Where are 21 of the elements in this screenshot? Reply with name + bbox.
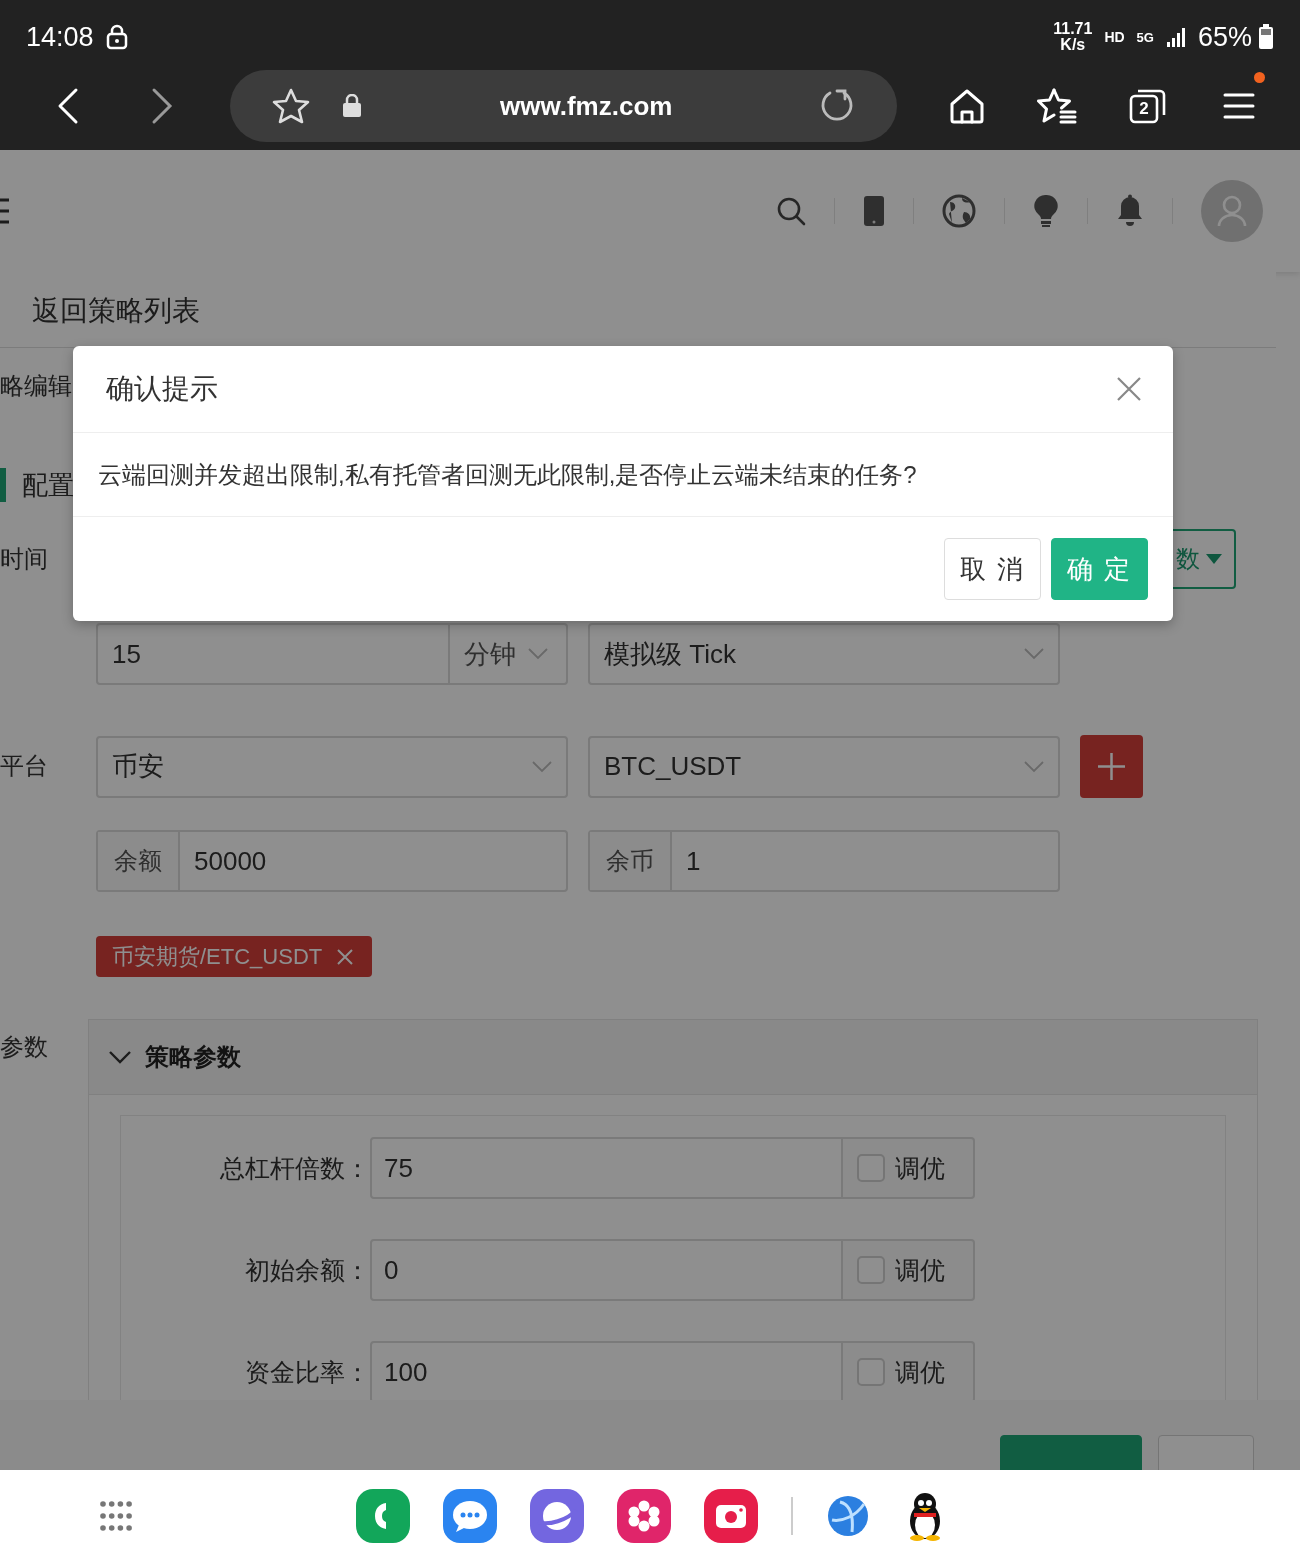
checkbox-label: 调优 <box>895 1254 945 1286</box>
section-title: 配置 <box>22 468 74 502</box>
network-speed: 11.71 <box>1053 21 1093 37</box>
url-text: www.fmz.com <box>500 90 673 122</box>
field-label: 时间 <box>0 544 48 574</box>
hd-indicator: HD <box>1104 29 1125 45</box>
network-type: 5G <box>1136 29 1154 45</box>
field-label: 参数 <box>0 1032 48 1062</box>
clock-time: 14:08 <box>26 21 94 53</box>
battery-level: 65% <box>1197 21 1252 53</box>
dialog-title: 确认提示 <box>106 372 218 406</box>
dialog-message: 云端回测并发超出限制,私有托管者回测无此限制,是否停止云端未结束的任务? <box>98 459 917 490</box>
checkbox-label: 调优 <box>895 1152 945 1184</box>
field-label: 总杠杆倍数： <box>220 1152 370 1184</box>
field-label: 资金比率： <box>245 1356 370 1388</box>
exchange-tag: 币安期货/ETC_USDT <box>96 936 373 977</box>
field-label: 平台 <box>0 751 48 781</box>
params-title: 策略参数 <box>145 1042 241 1072</box>
field-label: 初始余额： <box>245 1254 370 1286</box>
checkbox-label: 调优 <box>895 1356 945 1388</box>
speed-unit: K/s <box>1060 37 1086 53</box>
